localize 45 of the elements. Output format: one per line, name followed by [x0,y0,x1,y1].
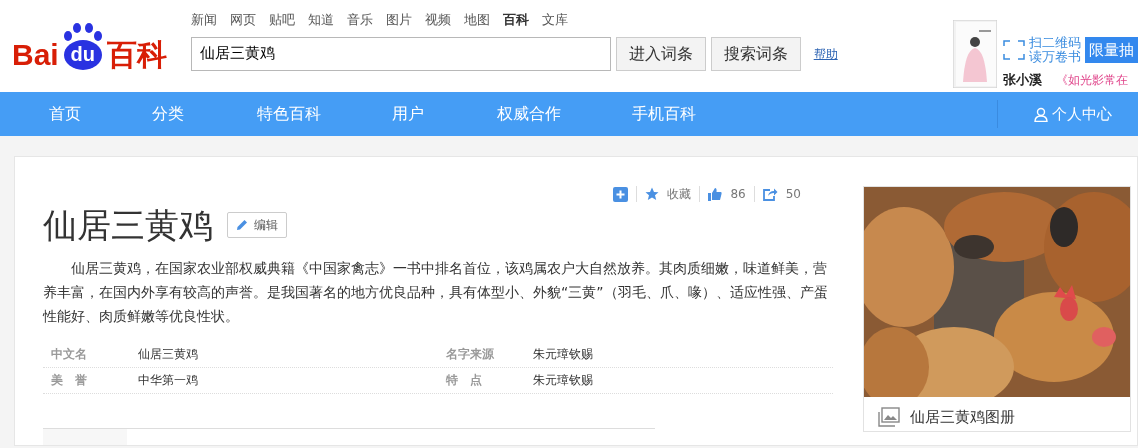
logo-text[interactable]: 百科 [106,40,167,70]
summary-paragraph: 仙居三黄鸡，在国家农业部权威典籍《中国家禽志》一书中排名首位，该鸡属农户大自然放养。其肉质细嫩，味道鲜美，营养丰富，在国内外享有较高的声誉。是我国著名的地方优良品种，具有体型小、外貌“三黄”（羽毛、爪、喙）、适应性强、产蛋性能好、肉质鲜嫩等优良性状。 [43,258,829,326]
top-link[interactable]: 视频 [424,10,451,30]
pencil-icon [236,219,248,232]
info-value: 仙居三黄鸡 [138,346,199,364]
top-link[interactable]: 文库 [541,10,568,30]
author-name[interactable]: 张小溪 [1003,70,1042,90]
info-value: 中华第一鸡 [138,372,199,390]
top-link[interactable]: 音乐 [346,10,373,30]
gallery-icon [878,407,900,428]
enter-entry-button[interactable]: 进入词条 [615,36,706,71]
paw-icon [62,22,103,42]
add-icon[interactable] [613,186,629,202]
thumbs-up-icon[interactable] [708,187,723,201]
edit-button[interactable]: 编辑 [227,212,287,239]
ad-text[interactable]: 扫二维码 读万卷书 [1029,36,1081,64]
top-link[interactable]: 贴吧 [268,10,295,30]
article-title: 仙居三黄鸡 [43,205,213,246]
search-button[interactable]: 搜索词条 [710,36,801,71]
top-link[interactable]: 网页 [229,10,256,30]
help-link[interactable]: 帮助 [813,44,838,63]
info-value: 朱元璋钦赐 [533,372,594,390]
top-link[interactable]: 图片 [385,10,412,30]
share-icon[interactable] [762,187,778,201]
search-field[interactable]: 仙居三黄鸡 [190,36,611,71]
top-link[interactable]: 新闻 [190,10,217,30]
share-count: 50 [785,186,801,203]
info-label: 名字来源 [445,346,495,364]
star-icon[interactable] [645,187,660,201]
top-link[interactable]: 地图 [463,10,490,30]
logo-text[interactable]: du [63,40,102,70]
top-link[interactable]: 百科 [502,10,529,30]
info-value: 朱元璋钦赐 [533,346,594,364]
info-label: 中文名 [50,346,88,364]
album-caption[interactable]: 仙居三黄鸡图册 [910,406,1015,429]
info-label: 美 誉 [50,372,88,390]
promo-badge[interactable]: 限量抽 [1085,36,1138,64]
like-count: 86 [730,186,746,203]
scan-icon [1003,40,1025,60]
top-link[interactable]: 知道 [307,10,334,30]
logo-text[interactable]: Bai [12,40,59,70]
user-icon [1034,106,1048,122]
favorite-label[interactable]: 收藏 [667,185,692,203]
book-title[interactable]: 《如光影常在 [1056,70,1128,89]
info-label: 特 点 [445,372,483,390]
